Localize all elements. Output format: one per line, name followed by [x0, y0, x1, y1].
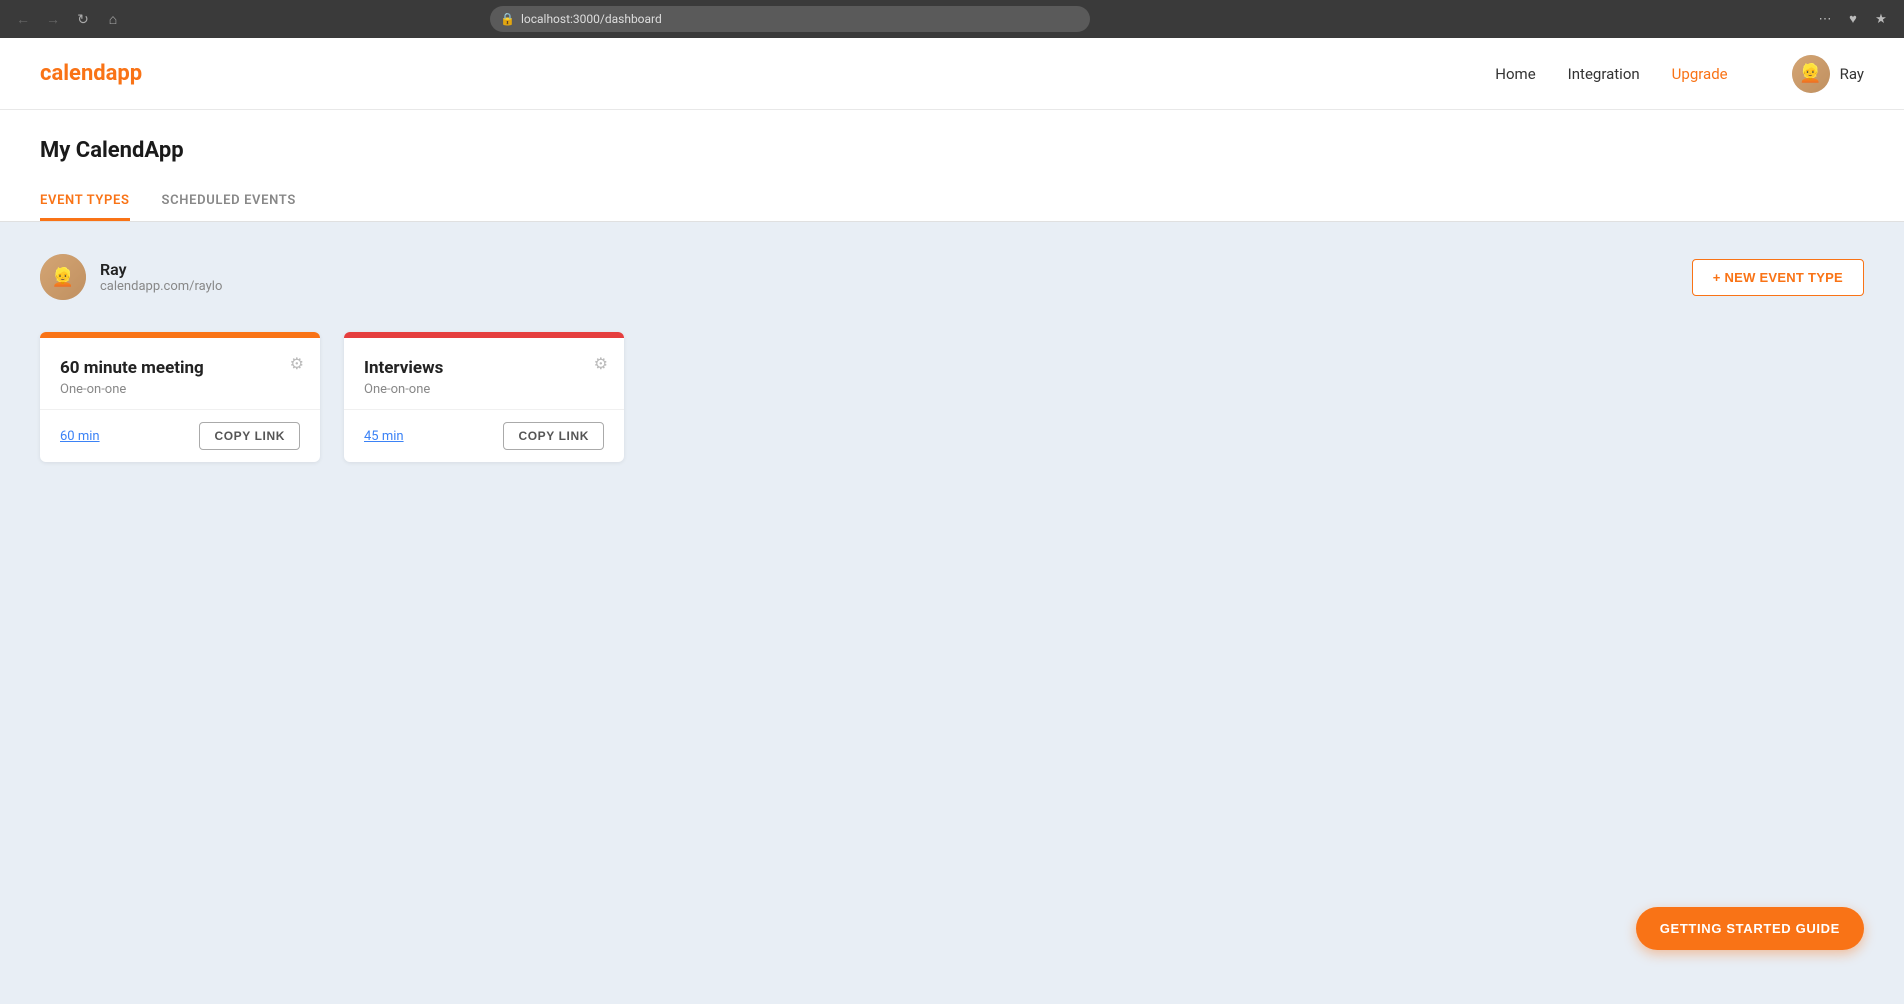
user-name: Ray — [1840, 65, 1864, 83]
card-duration-2[interactable]: 45 min — [364, 429, 404, 444]
app-header: calendapp Home Integration Upgrade 👱 Ray — [0, 38, 1904, 110]
user-section: 👱 Ray calendapp.com/raylo + NEW EVENT TY… — [40, 254, 1864, 300]
reload-button[interactable]: ↻ — [72, 8, 94, 30]
main-nav: Home Integration Upgrade 👱 Ray — [1495, 55, 1864, 93]
user-display-name: Ray — [100, 260, 222, 279]
card-body-2: ⚙ Interviews One-on-one — [344, 338, 624, 409]
user-details: Ray calendapp.com/raylo — [100, 260, 222, 294]
cards-grid: ⚙ 60 minute meeting One-on-one 60 min CO… — [40, 332, 1864, 462]
nav-home[interactable]: Home — [1495, 65, 1535, 83]
card-footer-2: 45 min COPY LINK — [344, 409, 624, 462]
home-button[interactable]: ⌂ — [102, 8, 124, 30]
card-footer-1: 60 min COPY LINK — [40, 409, 320, 462]
card-subtitle-2: One-on-one — [364, 382, 604, 397]
back-button[interactable]: ← — [12, 8, 34, 30]
new-event-type-button[interactable]: + NEW EVENT TYPE — [1692, 259, 1864, 296]
card-body-1: ⚙ 60 minute meeting One-on-one — [40, 338, 320, 409]
user-area[interactable]: 👱 Ray — [1792, 55, 1864, 93]
security-icon: 🔒 — [500, 12, 515, 26]
card-duration-1[interactable]: 60 min — [60, 429, 100, 444]
user-avatar: 👱 — [40, 254, 86, 300]
avatar-face: 👱 — [1792, 55, 1830, 93]
user-url: calendapp.com/raylo — [100, 279, 222, 294]
logo-suffix: app — [106, 61, 143, 86]
event-card-2: ⚙ Interviews One-on-one 45 min COPY LINK — [344, 332, 624, 462]
copy-link-button-2[interactable]: COPY LINK — [503, 422, 604, 450]
logo[interactable]: calendapp — [40, 61, 142, 86]
tab-event-types[interactable]: EVENT TYPES — [40, 183, 130, 221]
forward-button[interactable]: → — [42, 8, 64, 30]
page-header-strip: My CalendApp EVENT TYPES SCHEDULED EVENT… — [0, 110, 1904, 222]
page-title: My CalendApp — [40, 138, 1864, 163]
card-title-2: Interviews — [364, 358, 604, 378]
getting-started-button[interactable]: GETTING STARTED GUIDE — [1636, 907, 1864, 950]
url-text: localhost:3000/dashboard — [521, 12, 662, 26]
star-icon[interactable]: ★ — [1870, 8, 1892, 30]
avatar: 👱 — [1792, 55, 1830, 93]
extensions-icon[interactable]: ⋯ — [1814, 8, 1836, 30]
pocket-icon[interactable]: ♥ — [1842, 8, 1864, 30]
copy-link-button-1[interactable]: COPY LINK — [199, 422, 300, 450]
address-bar[interactable]: 🔒 localhost:3000/dashboard — [490, 6, 1090, 32]
logo-prefix: calend — [40, 61, 106, 86]
nav-integration[interactable]: Integration — [1568, 65, 1640, 83]
tab-scheduled-events[interactable]: SCHEDULED EVENTS — [162, 183, 296, 221]
page-title-area: My CalendApp — [0, 138, 1904, 183]
event-card-1: ⚙ 60 minute meeting One-on-one 60 min CO… — [40, 332, 320, 462]
main-content: 👱 Ray calendapp.com/raylo + NEW EVENT TY… — [0, 222, 1904, 1004]
card-subtitle-1: One-on-one — [60, 382, 300, 397]
browser-right-icons: ⋯ ♥ ★ — [1814, 8, 1892, 30]
card-settings-icon-2[interactable]: ⚙ — [594, 354, 608, 373]
tabs-container: EVENT TYPES SCHEDULED EVENTS — [0, 183, 1904, 222]
user-avatar-face: 👱 — [40, 254, 86, 300]
card-title-1: 60 minute meeting — [60, 358, 300, 378]
card-settings-icon-1[interactable]: ⚙ — [290, 354, 304, 373]
browser-chrome: ← → ↻ ⌂ 🔒 localhost:3000/dashboard ⋯ ♥ ★ — [0, 0, 1904, 38]
nav-upgrade[interactable]: Upgrade — [1672, 65, 1728, 83]
user-info: 👱 Ray calendapp.com/raylo — [40, 254, 222, 300]
